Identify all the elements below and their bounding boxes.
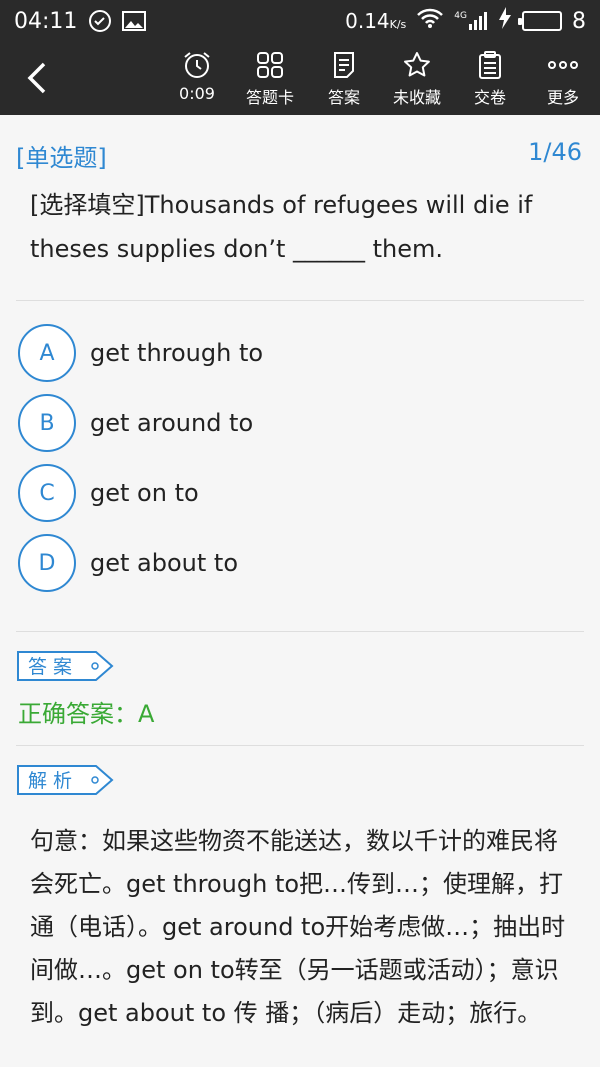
answer-tag-label: 答案 bbox=[28, 656, 79, 678]
more-label: 更多 bbox=[546, 88, 579, 107]
option-d[interactable]: D get about to bbox=[18, 534, 578, 592]
status-time: 04:11 bbox=[14, 8, 78, 34]
favorite-label: 未收藏 bbox=[392, 88, 441, 107]
status-right: 0.14K/s 4G 8 bbox=[345, 7, 586, 35]
top-toolbar: 0:09 答题卡 答案 未收藏 交卷 更多 bbox=[0, 42, 600, 115]
status-bar: 04:11 0.14K/s 4G 8 bbox=[0, 0, 600, 42]
analysis-tag: 解析 bbox=[16, 764, 116, 796]
favorite-button[interactable]: 未收藏 bbox=[385, 50, 449, 110]
battery-level: 8 bbox=[572, 8, 586, 34]
option-text: get on to bbox=[90, 479, 199, 507]
more-button[interactable]: 更多 bbox=[531, 50, 595, 110]
timer-button[interactable]: 0:09 bbox=[165, 50, 229, 110]
image-icon bbox=[121, 8, 147, 34]
option-letter: B bbox=[18, 394, 76, 452]
alarm-clock-icon bbox=[184, 52, 210, 78]
correct-answer: 正确答案：A bbox=[18, 700, 155, 728]
answer-card-label: 答题卡 bbox=[245, 88, 294, 107]
option-text: get about to bbox=[90, 549, 239, 577]
charging-icon bbox=[498, 7, 512, 35]
option-letter: D bbox=[18, 534, 76, 592]
divider bbox=[16, 745, 584, 746]
answer-button[interactable]: 答案 bbox=[312, 50, 376, 110]
network-speed: 0.14K/s bbox=[345, 9, 407, 33]
wifi-icon bbox=[416, 7, 444, 35]
answer-card-button[interactable]: 答题卡 bbox=[238, 50, 302, 110]
option-letter: C bbox=[18, 464, 76, 522]
timer-label: 0:09 bbox=[179, 84, 215, 103]
analysis-text: 句意：如果这些物资不能送达，数以千计的难民将会死亡。get through to… bbox=[30, 827, 566, 1027]
back-arrow-icon[interactable] bbox=[20, 60, 56, 96]
option-text: get around to bbox=[90, 409, 254, 437]
analysis-tag-label: 解析 bbox=[28, 770, 79, 792]
divider bbox=[16, 631, 584, 632]
clipboard-icon bbox=[479, 51, 501, 79]
star-icon bbox=[404, 52, 430, 77]
divider bbox=[16, 300, 584, 301]
submit-button[interactable]: 交卷 bbox=[458, 50, 522, 110]
option-text: get through to bbox=[90, 339, 264, 367]
document-icon bbox=[334, 52, 354, 78]
submit-label: 交卷 bbox=[473, 88, 506, 107]
signal-icon: 4G bbox=[454, 11, 488, 31]
option-letter: A bbox=[18, 324, 76, 382]
question-type: [单选题] bbox=[16, 144, 107, 172]
answer-tag: 答案 bbox=[16, 650, 116, 682]
question-progress: 1/46 bbox=[528, 138, 582, 166]
question-text: [选择填空]Thousands of refugees will die if … bbox=[30, 191, 533, 263]
more-dots-icon bbox=[548, 61, 578, 69]
answer-label: 答案 bbox=[327, 88, 360, 107]
battery-icon bbox=[518, 11, 562, 31]
option-b[interactable]: B get around to bbox=[18, 394, 578, 452]
check-circle-icon bbox=[87, 8, 113, 34]
option-c[interactable]: C get on to bbox=[18, 464, 578, 522]
option-a[interactable]: A get through to bbox=[18, 324, 578, 382]
grid-icon bbox=[257, 52, 283, 78]
